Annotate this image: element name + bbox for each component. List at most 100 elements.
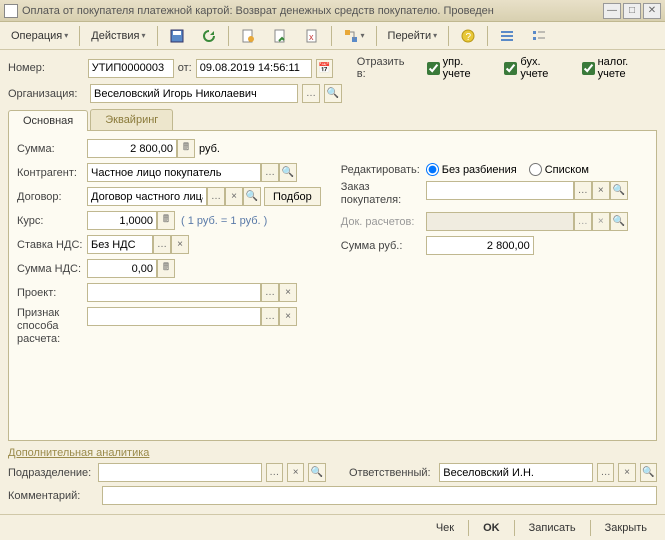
sumrub-input[interactable] <box>426 236 534 255</box>
dep-label: Подразделение: <box>8 467 94 479</box>
nds-sum-calc-icon[interactable]: 🖩 <box>157 259 175 278</box>
kurs-calc-icon[interactable]: 🖩 <box>157 211 175 230</box>
tool-struct-icon[interactable]: ▾ <box>336 25 372 47</box>
dog-label: Договор: <box>17 191 87 203</box>
sign-input[interactable] <box>87 307 261 326</box>
podbor-button[interactable]: Подбор <box>264 187 321 206</box>
resp-clear-icon[interactable]: × <box>618 463 635 482</box>
dog-search-icon[interactable]: 🔍 <box>243 187 261 206</box>
window-title: Оплата от покупателя платежной картой: В… <box>22 5 601 17</box>
date-input[interactable] <box>196 59 312 78</box>
resp-label: Ответственный: <box>349 467 435 479</box>
help-icon[interactable]: ? <box>453 25 483 47</box>
go-menu[interactable]: Перейти▾ <box>381 27 445 45</box>
tool-list2-icon[interactable] <box>524 25 554 47</box>
tool-doc2-icon[interactable] <box>265 25 295 47</box>
dog-clear-icon[interactable]: × <box>225 187 243 206</box>
upr-checkbox[interactable]: упр. учете <box>427 56 493 80</box>
tool-doc1-icon[interactable] <box>233 25 263 47</box>
extra-title: Дополнительная аналитика <box>8 447 657 459</box>
docs-clear-icon: × <box>592 212 610 231</box>
org-input[interactable] <box>90 84 298 103</box>
radio-without[interactable]: Без разбиения <box>426 163 517 176</box>
sign-select-icon[interactable]: … <box>261 307 279 326</box>
nds-sum-label: Сумма НДС: <box>17 263 87 275</box>
actions-menu[interactable]: Действия▾ <box>84 27 152 45</box>
sumrub-label: Сумма руб.: <box>341 240 426 252</box>
resp-input[interactable] <box>439 463 593 482</box>
sign-clear-icon[interactable]: × <box>279 307 297 326</box>
tab-main[interactable]: Основная <box>8 110 88 131</box>
proj-clear-icon[interactable]: × <box>279 283 297 302</box>
order-input[interactable] <box>426 181 574 200</box>
order-select-icon[interactable]: … <box>574 181 592 200</box>
docs-select-icon: … <box>574 212 592 231</box>
number-input[interactable] <box>88 59 174 78</box>
buh-checkbox[interactable]: бух. учете <box>504 56 569 80</box>
tool-doc3-icon[interactable]: x <box>297 25 327 47</box>
calendar-icon[interactable]: 📅 <box>316 59 334 78</box>
nds-select-icon[interactable]: … <box>153 235 171 254</box>
nds-rate-input[interactable] <box>87 235 153 254</box>
tool-refresh-icon[interactable] <box>194 25 224 47</box>
proj-label: Проект: <box>17 287 87 299</box>
tab-acquiring[interactable]: Эквайринг <box>90 109 173 130</box>
edit-label: Редактировать: <box>341 164 426 176</box>
order-clear-icon[interactable]: × <box>592 181 610 200</box>
rub-label: руб. <box>199 143 220 155</box>
toolbar: Операция▾ Действия▾ x ▾ Перейти▾ ? <box>0 22 665 50</box>
nal-checkbox[interactable]: налог. учете <box>582 56 657 80</box>
order-label: Заказ покупателя: <box>341 181 426 207</box>
chek-button[interactable]: Чек <box>426 519 464 537</box>
contr-search-icon[interactable]: 🔍 <box>279 163 297 182</box>
close-button[interactable]: Закрыть <box>595 519 657 537</box>
dog-input[interactable] <box>87 187 207 206</box>
tool-save-icon[interactable] <box>162 25 192 47</box>
resp-search-icon[interactable]: 🔍 <box>640 463 657 482</box>
dep-clear-icon[interactable]: × <box>287 463 304 482</box>
contr-select-icon[interactable]: … <box>261 163 279 182</box>
tab-body: Сумма: 🖩 руб. Контрагент: … 🔍 Договор: …… <box>8 131 657 441</box>
proj-select-icon[interactable]: … <box>261 283 279 302</box>
sum-label: Сумма: <box>17 143 87 155</box>
sum-input[interactable] <box>87 139 177 158</box>
close-window-button[interactable]: ✕ <box>643 3 661 19</box>
window-icon <box>4 4 18 18</box>
ok-button[interactable]: OK <box>473 519 510 537</box>
nds-rate-label: Ставка НДС: <box>17 239 87 251</box>
contr-input[interactable] <box>87 163 261 182</box>
dep-select-icon[interactable]: … <box>266 463 283 482</box>
titlebar: Оплата от покупателя платежной картой: В… <box>0 0 665 22</box>
nds-sum-input[interactable] <box>87 259 157 278</box>
comm-input[interactable] <box>102 486 657 505</box>
calc-icon[interactable]: 🖩 <box>177 139 195 158</box>
org-search-icon[interactable]: 🔍 <box>324 84 342 103</box>
tabs: Основная Эквайринг <box>8 109 657 131</box>
sign-label: Признак способа расчета: <box>17 307 87 346</box>
reflect-label: Отразить в: <box>357 56 415 80</box>
minimize-button[interactable]: — <box>603 3 621 19</box>
kurs-input[interactable] <box>87 211 157 230</box>
org-select-icon[interactable]: … <box>302 84 320 103</box>
order-search-icon[interactable]: 🔍 <box>610 181 628 200</box>
docs-input <box>426 212 574 231</box>
maximize-button[interactable]: □ <box>623 3 641 19</box>
save-button[interactable]: Записать <box>519 519 586 537</box>
docs-search-icon: 🔍 <box>610 212 628 231</box>
dep-search-icon[interactable]: 🔍 <box>308 463 325 482</box>
radio-list[interactable]: Списком <box>529 163 589 176</box>
tool-list1-icon[interactable] <box>492 25 522 47</box>
dep-input[interactable] <box>98 463 261 482</box>
dog-select-icon[interactable]: … <box>207 187 225 206</box>
number-label: Номер: <box>8 62 84 74</box>
contr-label: Контрагент: <box>17 167 87 179</box>
nds-clear-icon[interactable]: × <box>171 235 189 254</box>
operation-menu[interactable]: Операция▾ <box>4 27 75 45</box>
footer: Чек OK Записать Закрыть <box>0 514 665 540</box>
proj-input[interactable] <box>87 283 261 302</box>
from-label: от: <box>178 62 192 74</box>
resp-select-icon[interactable]: … <box>597 463 614 482</box>
svg-text:x: x <box>309 32 314 42</box>
org-label: Организация: <box>8 88 86 100</box>
comm-label: Комментарий: <box>8 490 98 502</box>
